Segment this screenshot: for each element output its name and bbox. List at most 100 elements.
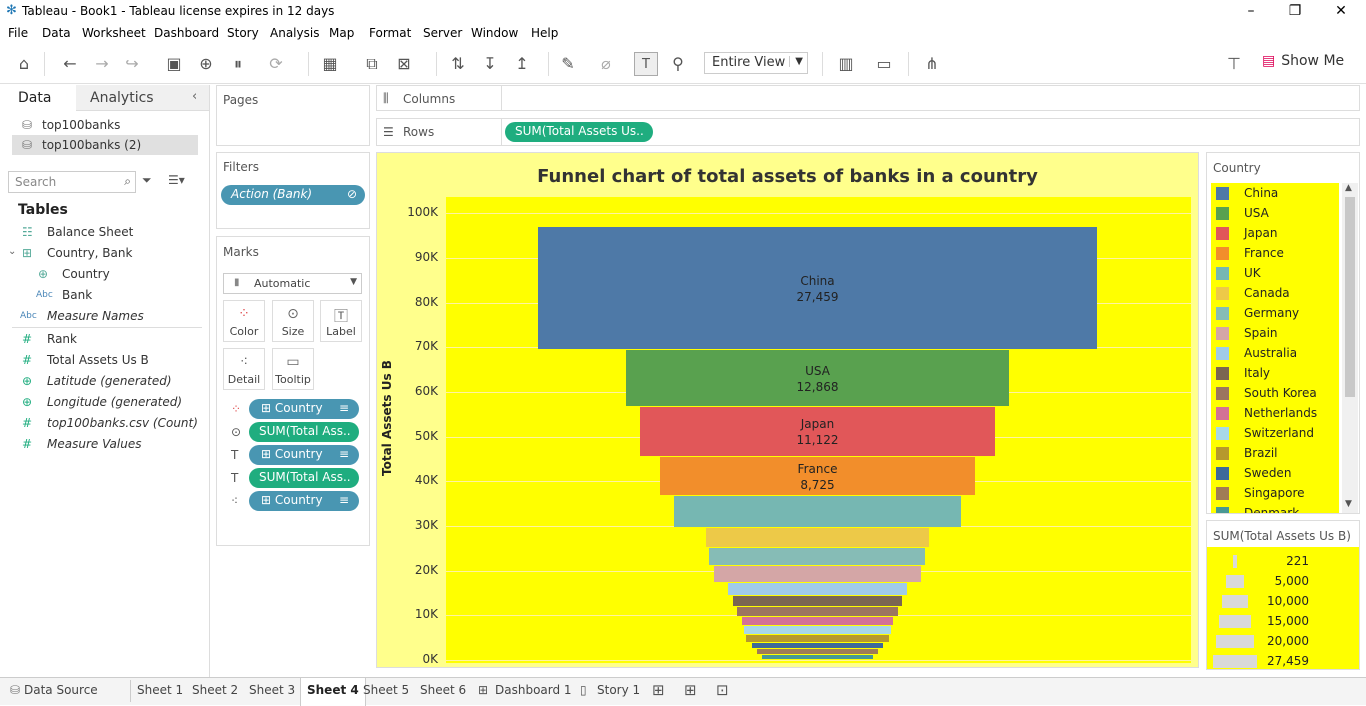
- funnel-segment-brazil[interactable]: [745, 634, 890, 642]
- group-icon[interactable]: ⌀: [594, 52, 618, 76]
- legend-item[interactable]: Netherlands: [1211, 403, 1339, 423]
- legend-item[interactable]: Italy: [1211, 363, 1339, 383]
- field-longitude[interactable]: Longitude (generated): [47, 395, 182, 409]
- rows-shelf[interactable]: ☰ Rows SUM(Total Assets Us..: [376, 118, 1360, 146]
- legend-item[interactable]: UK: [1211, 263, 1339, 283]
- tab-analytics[interactable]: Analytics ‹: [76, 85, 209, 111]
- funnel-segment-sweden[interactable]: [752, 642, 883, 649]
- funnel-segment-italy[interactable]: [733, 595, 902, 606]
- undo-icon[interactable]: ←: [58, 52, 82, 76]
- chevron-up-icon[interactable]: ▲: [1345, 183, 1352, 193]
- close-icon[interactable]: ✕: [1318, 0, 1364, 22]
- tab-story-1[interactable]: Story 1: [597, 683, 640, 697]
- fit-dropdown[interactable]: Entire View ▼: [704, 52, 808, 74]
- marks-pill-sum-size[interactable]: SUM(Total Ass..: [249, 422, 359, 442]
- marks-pill-country-label[interactable]: ⊞ Country ≡: [249, 445, 359, 465]
- search-input[interactable]: Search ⌕: [8, 171, 136, 193]
- funnel-segment-netherlands[interactable]: [742, 617, 893, 626]
- menu-data[interactable]: Data: [42, 26, 71, 40]
- marks-pill-sum-label[interactable]: SUM(Total Ass..: [249, 468, 359, 488]
- field-rank[interactable]: Rank: [47, 332, 77, 346]
- field-total-assets[interactable]: Total Assets Us B: [47, 353, 149, 367]
- refresh-icon[interactable]: ⟳: [264, 52, 288, 76]
- funnel-segment-spain[interactable]: [713, 566, 922, 583]
- sort-descending-icon[interactable]: ↥: [510, 52, 534, 76]
- rows-pill[interactable]: SUM(Total Assets Us..: [505, 122, 653, 142]
- field-latitude[interactable]: Latitude (generated): [47, 374, 172, 388]
- legend-item[interactable]: Singapore: [1211, 483, 1339, 503]
- minimize-icon[interactable]: –: [1228, 0, 1274, 22]
- chevron-down-icon[interactable]: ⌄: [8, 246, 16, 257]
- legend-item[interactable]: Brazil: [1211, 443, 1339, 463]
- new-dashboard-icon[interactable]: ⊞: [684, 681, 697, 699]
- color-button[interactable]: ⁘ Color: [223, 300, 265, 342]
- funnel-segment-germany[interactable]: [709, 547, 926, 566]
- pause-updates-icon[interactable]: ⏸: [226, 52, 250, 76]
- menu-analysis[interactable]: Analysis: [270, 26, 319, 40]
- menu-map[interactable]: Map: [329, 26, 354, 40]
- tab-sheet-5[interactable]: Sheet 5: [363, 683, 409, 697]
- legend-item[interactable]: Japan: [1211, 223, 1339, 243]
- menu-window[interactable]: Window: [471, 26, 518, 40]
- legend-item[interactable]: China: [1211, 183, 1339, 203]
- marks-pill-country-color[interactable]: ⊞ Country ≡: [249, 399, 359, 419]
- save-icon[interactable]: ▣: [162, 52, 186, 76]
- new-datasource-icon[interactable]: ⊕: [194, 52, 218, 76]
- show-cards-icon[interactable]: ▥: [834, 52, 858, 76]
- pages-shelf[interactable]: Pages: [216, 85, 370, 146]
- pin-icon[interactable]: ⚲: [666, 52, 690, 76]
- chevron-down-icon[interactable]: ▼: [1345, 499, 1352, 509]
- highlight-icon[interactable]: ✎: [556, 52, 580, 76]
- funnel-segment-canada[interactable]: [705, 528, 930, 547]
- legend-item[interactable]: USA: [1211, 203, 1339, 223]
- filter-pill[interactable]: Action (Bank) ⊘: [221, 185, 365, 205]
- tab-sheet-4[interactable]: Sheet 4: [300, 678, 366, 706]
- legend-item[interactable]: Germany: [1211, 303, 1339, 323]
- legend-item[interactable]: Canada: [1211, 283, 1339, 303]
- tab-sheet-1[interactable]: Sheet 1: [137, 683, 183, 697]
- field-bank[interactable]: Bank: [62, 288, 92, 302]
- tab-data[interactable]: Data: [0, 85, 76, 111]
- field-country-bank[interactable]: Country, Bank: [47, 246, 132, 260]
- legend-item[interactable]: South Korea: [1211, 383, 1339, 403]
- columns-shelf[interactable]: ⫼ Columns: [376, 85, 1360, 111]
- new-worksheet-icon[interactable]: ▦: [318, 52, 342, 76]
- field-measure-names[interactable]: Measure Names: [47, 309, 144, 323]
- detail-button[interactable]: ⁖ Detail: [223, 348, 265, 390]
- swap-icon[interactable]: ⇅: [446, 52, 470, 76]
- sort-ascending-icon[interactable]: ↧: [478, 52, 502, 76]
- scrollbar-thumb[interactable]: [1345, 197, 1355, 397]
- new-worksheet-icon[interactable]: ⊞: [652, 681, 665, 699]
- field-balance-sheet[interactable]: Balance Sheet: [47, 225, 133, 239]
- legend-scrollbar[interactable]: ▲ ▼: [1342, 183, 1358, 513]
- menu-server[interactable]: Server: [423, 26, 462, 40]
- funnel-segment-uk[interactable]: [674, 496, 961, 528]
- funnel-segment-south-korea[interactable]: [736, 606, 899, 617]
- redo-icon[interactable]: →: [90, 52, 114, 76]
- marks-pill-country-detail[interactable]: ⊞ Country ≡: [249, 491, 359, 511]
- tab-dashboard-1[interactable]: Dashboard 1: [495, 683, 572, 697]
- new-story-icon[interactable]: ⊡: [716, 681, 729, 699]
- funnel-segment-denmark[interactable]: [761, 655, 874, 659]
- menu-format[interactable]: Format: [369, 26, 411, 40]
- legend-item[interactable]: Australia: [1211, 343, 1339, 363]
- field-country[interactable]: Country: [62, 267, 110, 281]
- show-labels-icon[interactable]: T: [634, 52, 658, 76]
- format-painter-icon[interactable]: ⊤: [1222, 52, 1246, 76]
- menu-dashboard[interactable]: Dashboard: [154, 26, 219, 40]
- view-options-icon[interactable]: ☰▾: [168, 173, 185, 187]
- filter-icon[interactable]: ⏷: [142, 173, 152, 188]
- size-button[interactable]: ⊙ Size: [272, 300, 314, 342]
- funnel-segment-australia[interactable]: [728, 583, 907, 595]
- datasource-item[interactable]: top100banks: [42, 118, 120, 132]
- tab-data-source[interactable]: Data Source: [24, 683, 98, 697]
- legend-item[interactable]: Switzerland: [1211, 423, 1339, 443]
- menu-file[interactable]: File: [8, 26, 28, 40]
- home-icon[interactable]: ⌂: [12, 52, 36, 76]
- show-me-button[interactable]: ▤ Show Me: [1262, 53, 1344, 69]
- menu-worksheet[interactable]: Worksheet: [82, 26, 146, 40]
- funnel-segment-switzerland[interactable]: [743, 626, 891, 634]
- share-icon[interactable]: ⋔: [920, 52, 944, 76]
- legend-item[interactable]: France: [1211, 243, 1339, 263]
- field-measure-values[interactable]: Measure Values: [47, 437, 141, 451]
